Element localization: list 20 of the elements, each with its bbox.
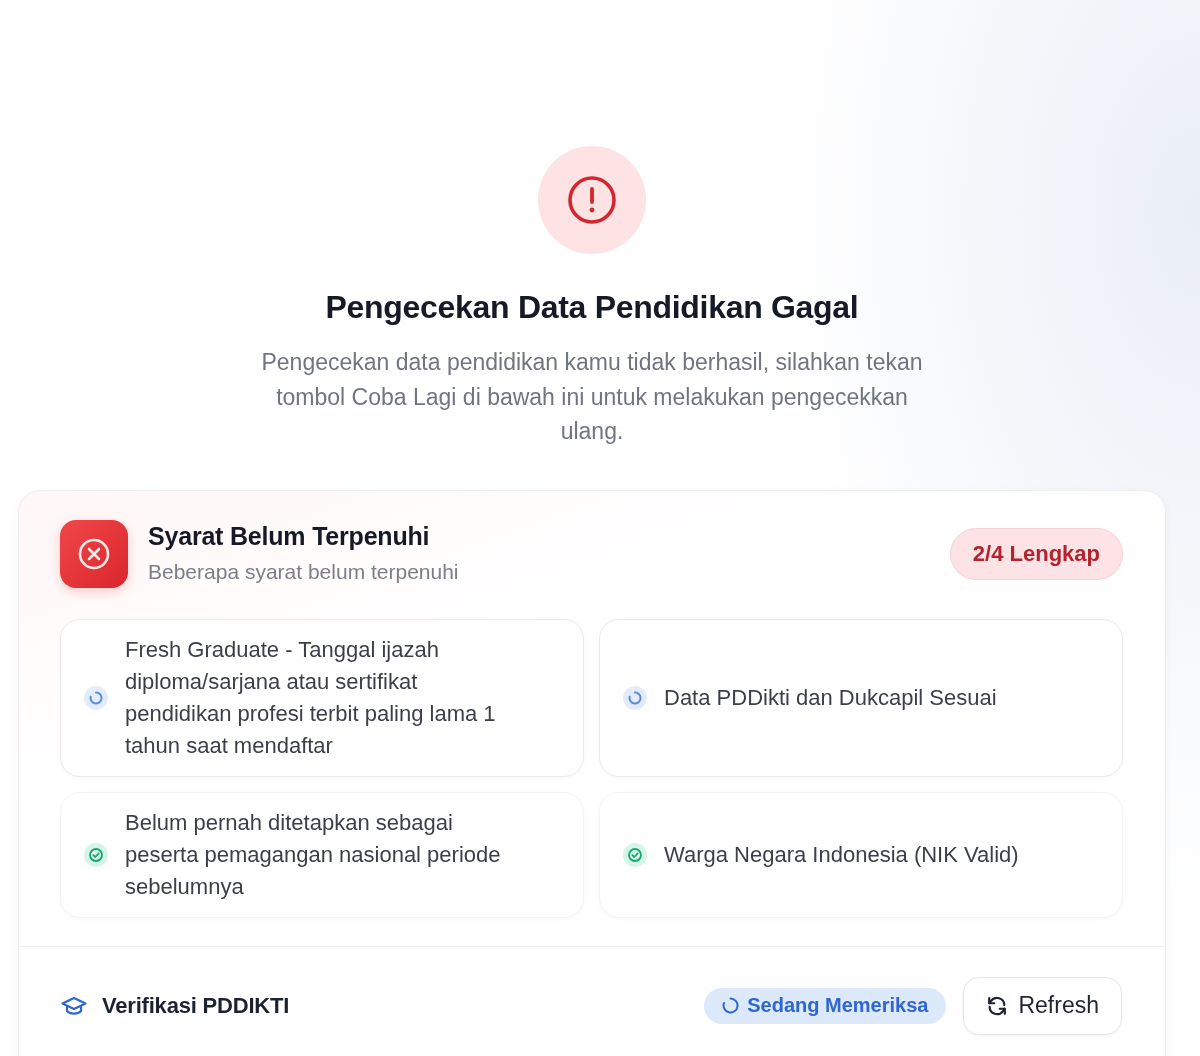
- spinner-icon: [623, 685, 647, 710]
- requirement-text: Belum pernah ditetapkan sebagai peserta pemagangan nasional periode sebelumnya: [125, 808, 502, 901]
- requirement-text: Data PDDikti dan Dukcapil Sesuai: [664, 683, 997, 712]
- error-message: Pengecekan data pendidikan kamu tidak berhasil, silahkan tekan tombol Coba Lagi di bawah ini untuk melakukan pengecekkan ulang.: [260, 348, 924, 446]
- requirement-text: Warga Negara Indonesia (NIK Valid): [664, 840, 1019, 869]
- status-text: Sedang Memeriksa: [747, 994, 929, 1017]
- card-title: Syarat Belum Terpenuhi: [148, 521, 431, 551]
- alert-icon: [538, 146, 646, 254]
- refresh-button[interactable]: Refresh: [963, 976, 1122, 1035]
- requirement-text: Fresh Graduate - Tanggal ijazah diploma/sarjana atau sertifikat pendidikan profesi terbit paling lama 1 tahun saat mendaftar: [125, 635, 497, 760]
- error-title: Pengecekan Data Pendidikan Gagal: [325, 288, 859, 327]
- check-circle-icon: [623, 842, 647, 867]
- refresh-icon: [986, 994, 1009, 1017]
- spinner-icon: [84, 685, 108, 710]
- spinner-icon: [722, 997, 740, 1014]
- graduation-cap-icon: [61, 995, 87, 1016]
- check-circle-icon: [84, 842, 108, 867]
- card-subtitle: Beberapa syarat belum terpenuhi: [148, 559, 459, 585]
- progress-badge: 2/4 Lengkap: [949, 527, 1123, 580]
- verification-label: Verifikasi PDDIKTI: [102, 992, 290, 1019]
